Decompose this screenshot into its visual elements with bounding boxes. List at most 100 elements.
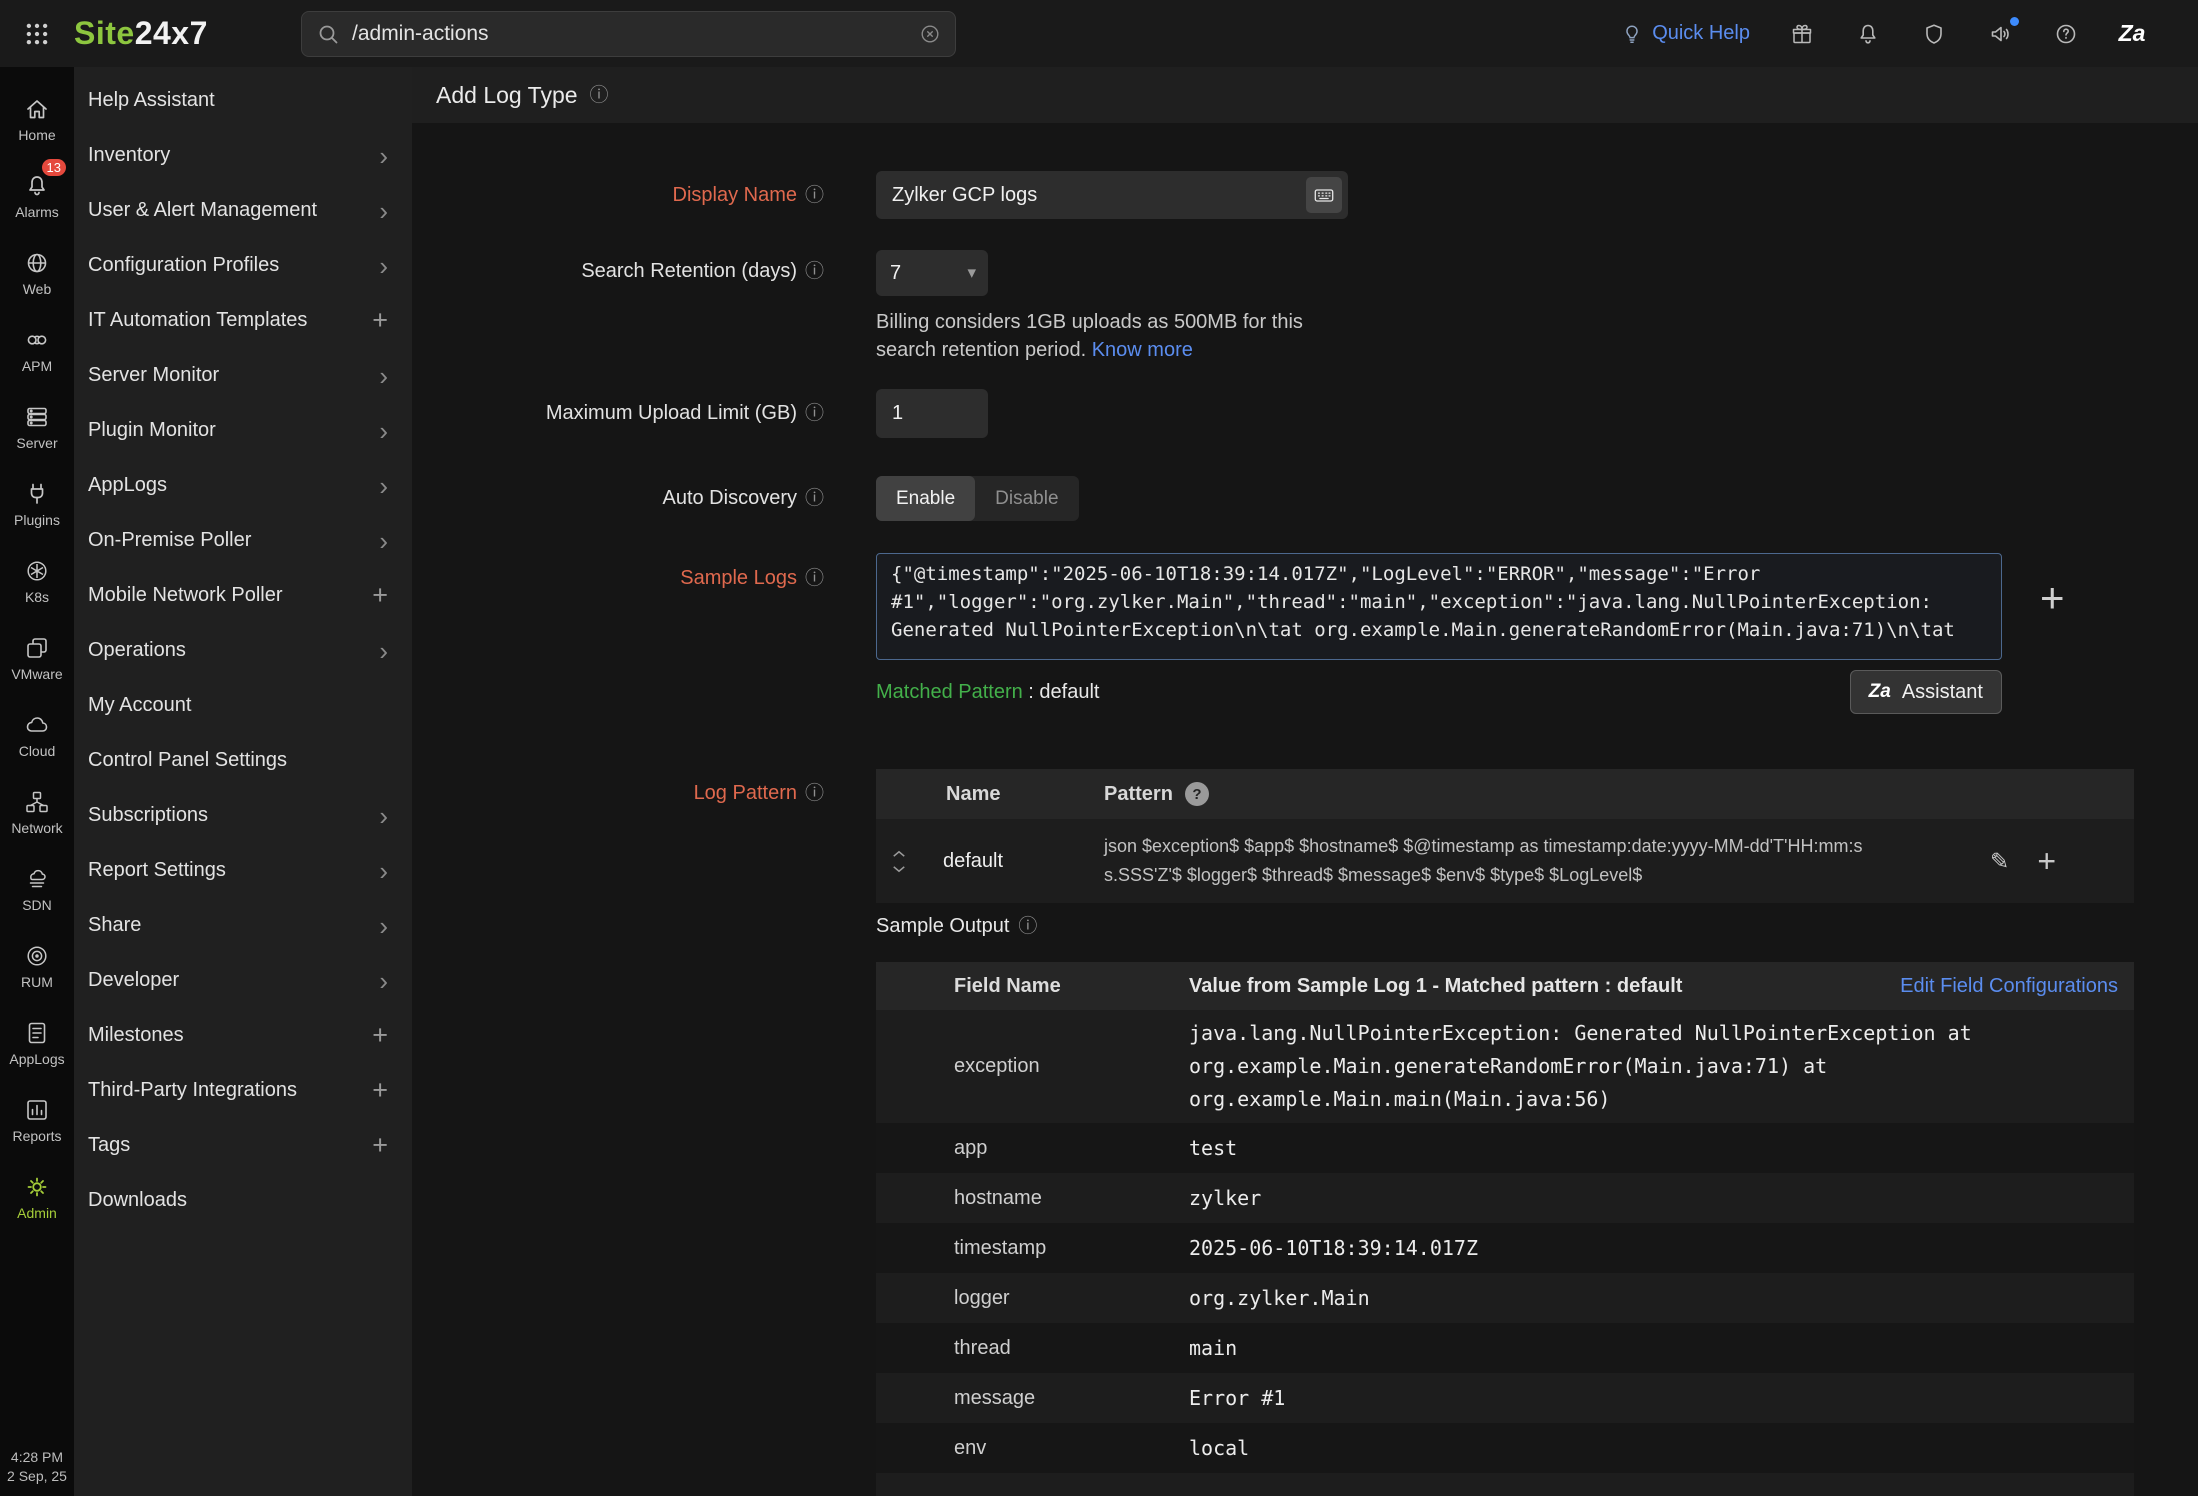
info-icon[interactable]: ⓘ [805, 186, 824, 205]
sidebar-item[interactable]: Inventory › + [74, 128, 412, 183]
network-icon [24, 789, 50, 815]
keyboard-icon[interactable] [1306, 177, 1342, 213]
help-icon[interactable] [2052, 20, 2080, 48]
pattern-help-icon[interactable]: ? [1185, 782, 1209, 806]
chevron-right-icon: › [379, 253, 388, 279]
cloud-icon [24, 712, 50, 738]
field-name-cell: timestamp [954, 1237, 1189, 1260]
sidebar-item[interactable]: Configuration Profiles › + [74, 238, 412, 293]
rail-item-applogs[interactable]: AppLogs [0, 1005, 74, 1082]
rail-item-rum[interactable]: RUM [0, 928, 74, 1005]
sidebar-item[interactable]: Help Assistant › + [74, 73, 412, 128]
zia-avatar-icon[interactable]: Za [2118, 20, 2146, 48]
assistant-button[interactable]: Za Assistant [1850, 670, 2002, 714]
sidebar-item[interactable]: Developer › + [74, 953, 412, 1008]
plus-icon[interactable]: + [372, 307, 388, 334]
sidebar-item[interactable]: Report Settings › + [74, 843, 412, 898]
info-icon[interactable]: ⓘ [805, 489, 824, 508]
quick-help-button[interactable]: Quick Help [1621, 22, 1750, 46]
info-icon[interactable]: ⓘ [805, 404, 824, 423]
search-retention-value: 7 [890, 262, 901, 285]
sample-logs-textarea[interactable]: {"@timestamp":"2025-06-10T18:39:14.017Z"… [876, 553, 2002, 660]
rail-item-plugins[interactable]: Plugins [0, 466, 74, 543]
sidebar-item[interactable]: Server Monitor › + [74, 348, 412, 403]
auto-discovery-disable-button[interactable]: Disable [975, 476, 1078, 521]
edit-pattern-icon[interactable]: ✎ [1990, 848, 2009, 875]
global-search-input[interactable]: /admin-actions [301, 11, 956, 57]
display-name-value: Zylker GCP logs [892, 184, 1037, 207]
rail-item-admin[interactable]: Admin [0, 1159, 74, 1236]
rail-item-reports[interactable]: Reports [0, 1082, 74, 1159]
rail-item-cloud[interactable]: Cloud [0, 697, 74, 774]
notifications-bell-icon[interactable] [1854, 20, 1882, 48]
rail-item-server[interactable]: Server [0, 389, 74, 466]
clock-time: 4:28 PM [0, 1448, 74, 1467]
info-icon[interactable]: ⓘ [805, 569, 824, 588]
rail-item-alarms[interactable]: 13 Alarms [0, 158, 74, 235]
shield-icon[interactable] [1920, 20, 1948, 48]
site24x7-logo[interactable]: Site24x7 [74, 15, 301, 52]
sdn-cloud-icon [24, 866, 50, 892]
sidebar-item[interactable]: Mobile Network Poller › + [74, 568, 412, 623]
sidebar-item[interactable]: Milestones › + [74, 1008, 412, 1063]
sample-output-table: Field Name Value from Sample Log 1 - Mat… [876, 962, 2134, 1496]
globe-icon [24, 250, 50, 276]
sidebar-item[interactable]: User & Alert Management › + [74, 183, 412, 238]
move-up-icon[interactable] [892, 850, 906, 858]
max-upload-input[interactable]: 1 [876, 389, 988, 438]
rail-item-web[interactable]: Web [0, 235, 74, 312]
sidebar-item[interactable]: AppLogs › + [74, 458, 412, 513]
search-retention-row: Search Retention (days) ⓘ 7 ▾ Billing co… [412, 250, 2198, 364]
sidebar-item[interactable]: Tags › + [74, 1118, 412, 1173]
sidebar-item[interactable]: My Account › + [74, 678, 412, 733]
field-name-cell: exception [954, 1055, 1189, 1078]
info-icon[interactable]: ⓘ [1018, 917, 1037, 936]
table-row-partial [876, 1473, 2134, 1496]
sidebar-item[interactable]: Subscriptions › + [74, 788, 412, 843]
main-content: Add Log Type ⓘ Display Name ⓘ Zylker GCP… [412, 67, 2198, 1496]
add-sample-log-button[interactable]: + [2040, 577, 2065, 619]
sidebar-item[interactable]: Third-Party Integrations › + [74, 1063, 412, 1118]
know-more-link[interactable]: Know more [1092, 339, 1193, 361]
sidebar-item[interactable]: Operations › + [74, 623, 412, 678]
rail-item-network[interactable]: Network [0, 774, 74, 851]
clear-search-icon[interactable] [919, 23, 941, 45]
plus-icon[interactable]: + [372, 582, 388, 609]
vmware-icon [24, 635, 50, 661]
topbar-actions: Quick Help [1621, 20, 2198, 48]
sidebar-item[interactable]: Share › + [74, 898, 412, 953]
clock-date: 2 Sep, 25 [0, 1467, 74, 1486]
auto-discovery-enable-button[interactable]: Enable [876, 476, 975, 521]
rail-item-vmware[interactable]: VMware [0, 620, 74, 697]
plus-icon[interactable]: + [372, 1077, 388, 1104]
sidebar-item[interactable]: IT Automation Templates › + [74, 293, 412, 348]
sidebar-item[interactable]: Control Panel Settings › + [74, 733, 412, 788]
info-icon[interactable]: ⓘ [590, 86, 609, 105]
sidebar-item[interactable]: Downloads › + [74, 1173, 412, 1228]
matched-pattern-text: Matched Pattern : default [876, 681, 1099, 704]
field-name-cell: message [954, 1387, 1189, 1410]
rail-item-apm[interactable]: APM [0, 312, 74, 389]
plug-icon [24, 481, 50, 507]
rail-item-sdn[interactable]: SDN [0, 851, 74, 928]
edit-field-configurations-link[interactable]: Edit Field Configurations [1900, 975, 2118, 998]
sidebar-item[interactable]: Plugin Monitor › + [74, 403, 412, 458]
announcements-speaker-icon[interactable] [1986, 20, 2014, 48]
sidebar-item[interactable]: On-Premise Poller › + [74, 513, 412, 568]
info-icon[interactable]: ⓘ [805, 784, 824, 803]
add-pattern-icon[interactable]: + [2037, 845, 2056, 877]
rail-item-k8s[interactable]: K8s [0, 543, 74, 620]
gift-icon[interactable] [1788, 20, 1816, 48]
move-down-icon[interactable] [892, 865, 906, 873]
chevron-right-icon: › [379, 638, 388, 664]
info-icon[interactable]: ⓘ [805, 262, 824, 281]
plus-icon[interactable]: + [372, 1132, 388, 1159]
display-name-input[interactable]: Zylker GCP logs [876, 171, 1348, 219]
search-retention-select[interactable]: 7 ▾ [876, 250, 988, 296]
plus-icon[interactable]: + [372, 1022, 388, 1049]
rail-item-home[interactable]: Home [0, 81, 74, 158]
auto-discovery-row: Auto Discovery ⓘ Enable Disable [412, 476, 2198, 521]
table-row: message Error #1 [876, 1373, 2134, 1423]
kubernetes-icon [24, 558, 50, 584]
apps-grid-icon[interactable] [0, 21, 74, 47]
